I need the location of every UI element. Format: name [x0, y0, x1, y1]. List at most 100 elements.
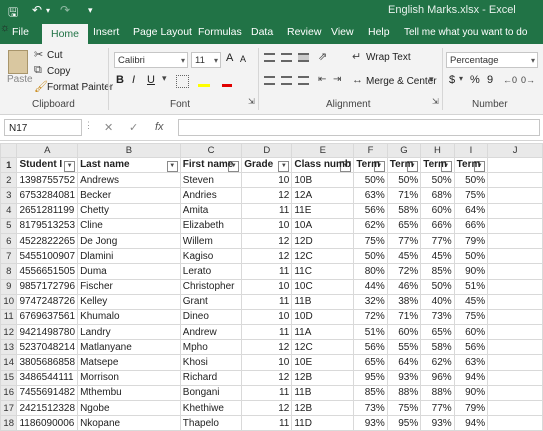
- cell[interactable]: 50%: [453, 248, 489, 265]
- wrap-text-button[interactable]: Wrap Text: [366, 52, 411, 63]
- cell[interactable]: 11: [241, 415, 293, 431]
- paste-icon[interactable]: [8, 50, 28, 74]
- cell[interactable]: 77%: [386, 232, 422, 250]
- cell[interactable]: 62%: [353, 217, 388, 234]
- cell[interactable]: 60%: [453, 324, 489, 341]
- cell[interactable]: Cline: [77, 217, 181, 234]
- tab-home[interactable]: Home: [42, 24, 89, 44]
- cell[interactable]: 1186090006: [16, 415, 79, 431]
- cell[interactable]: Landry: [77, 324, 181, 341]
- decrease-indent-icon[interactable]: ⇤: [318, 74, 326, 85]
- cell[interactable]: 50%: [386, 172, 422, 189]
- cell[interactable]: 64%: [453, 202, 489, 219]
- cell[interactable]: 12B: [291, 399, 355, 417]
- cell[interactable]: 11: [241, 293, 293, 310]
- cell[interactable]: 10C: [291, 278, 355, 295]
- cell[interactable]: Matlanyane: [77, 339, 181, 356]
- undo-icon[interactable]: ↶: [32, 3, 42, 17]
- cell[interactable]: 10: [241, 217, 293, 234]
- currency-button[interactable]: $: [449, 74, 455, 86]
- cell[interactable]: Christopher: [179, 278, 243, 295]
- select-all-corner[interactable]: [0, 143, 18, 158]
- save-icon[interactable]: 🖫: [8, 3, 18, 24]
- cell[interactable]: 60%: [386, 324, 422, 341]
- font-size-dropdown[interactable]: 11 ▾: [191, 52, 221, 68]
- cell[interactable]: 32%: [353, 293, 388, 310]
- shrink-font-button[interactable]: A: [240, 54, 246, 64]
- font-name-dropdown[interactable]: Calibri ▾: [114, 52, 188, 68]
- merge-center-icon[interactable]: ↔: [352, 74, 363, 86]
- cell[interactable]: 79%: [453, 399, 489, 417]
- cell[interactable]: [487, 217, 543, 234]
- cell[interactable]: 5455100907: [16, 248, 79, 265]
- underline-dropdown-icon[interactable]: ▾: [162, 73, 167, 84]
- row-header[interactable]: 17: [0, 399, 18, 417]
- cell[interactable]: 94%: [453, 369, 489, 386]
- cell[interactable]: 10: [241, 308, 293, 326]
- cell[interactable]: 45%: [420, 248, 455, 265]
- cell[interactable]: Fischer: [77, 278, 181, 295]
- cell[interactable]: 55%: [386, 339, 422, 356]
- row-header[interactable]: 5: [0, 217, 18, 234]
- cell[interactable]: Amita: [179, 202, 243, 219]
- cell[interactable]: 4556651505: [16, 263, 79, 280]
- cell[interactable]: 11: [241, 324, 293, 341]
- cell[interactable]: 71%: [386, 308, 422, 326]
- cell[interactable]: 65%: [420, 324, 455, 341]
- header-cell[interactable]: ▼ Last name: [77, 156, 181, 174]
- bottom-align-icon[interactable]: [298, 53, 309, 62]
- cell[interactable]: 44%: [353, 278, 388, 295]
- cell[interactable]: 79%: [453, 232, 489, 250]
- header-cell[interactable]: ▼ Term: [353, 156, 388, 174]
- tell-me-search[interactable]: Tell me what you want to do: [404, 27, 527, 38]
- cell[interactable]: 6753284081: [16, 187, 79, 204]
- increase-decimal-icon[interactable]: ←0: [503, 75, 517, 85]
- middle-align-icon[interactable]: [281, 53, 292, 62]
- cell[interactable]: 88%: [420, 384, 455, 402]
- filter-dropdown-icon[interactable]: ▼: [278, 160, 290, 172]
- redo-icon[interactable]: ↷: [60, 3, 70, 17]
- copy-button[interactable]: Copy: [47, 66, 70, 77]
- filter-dropdown-icon[interactable]: ▼: [64, 160, 76, 172]
- increase-indent-icon[interactable]: ⇥: [333, 74, 341, 85]
- header-cell[interactable]: ▼ Term: [453, 156, 489, 174]
- cell[interactable]: 71%: [386, 187, 422, 204]
- cell[interactable]: Richard: [179, 369, 243, 386]
- orientation-icon[interactable]: ⇗: [318, 50, 327, 63]
- cell[interactable]: 95%: [353, 369, 388, 386]
- formula-input[interactable]: [178, 119, 540, 136]
- cell[interactable]: Dlamini: [77, 248, 181, 265]
- name-box[interactable]: N17: [4, 119, 82, 136]
- cell[interactable]: Willem: [179, 232, 243, 250]
- align-center-icon[interactable]: [281, 76, 292, 85]
- cell[interactable]: 51%: [453, 278, 489, 295]
- currency-dropdown-icon[interactable]: ▾: [459, 74, 463, 83]
- row-header[interactable]: 15: [0, 369, 18, 386]
- cell[interactable]: 9747248726: [16, 293, 79, 310]
- cell[interactable]: 12: [241, 399, 293, 417]
- cell[interactable]: [487, 232, 543, 250]
- cell[interactable]: 6769637561: [16, 308, 79, 326]
- cell[interactable]: 68%: [420, 187, 455, 204]
- cell[interactable]: 12: [241, 232, 293, 250]
- cell[interactable]: De Jong: [77, 232, 181, 250]
- cell[interactable]: 65%: [386, 217, 422, 234]
- tab-review[interactable]: Review: [287, 26, 321, 38]
- cell[interactable]: 2651281199: [16, 202, 79, 219]
- cell[interactable]: 11D: [291, 415, 355, 431]
- tab-page-layout[interactable]: Page Layout: [133, 26, 192, 38]
- header-cell[interactable]: ▼ Term: [386, 156, 422, 174]
- cell[interactable]: Mthembu: [77, 384, 181, 402]
- cell[interactable]: 93%: [420, 415, 455, 431]
- cell[interactable]: 8179513253: [16, 217, 79, 234]
- row-header[interactable]: 6: [0, 232, 18, 250]
- customize-toolbar-icon[interactable]: ▾: [88, 5, 93, 16]
- tab-help[interactable]: Help: [368, 26, 390, 38]
- undo-dropdown-icon[interactable]: ▾: [46, 6, 50, 15]
- percent-button[interactable]: %: [470, 74, 480, 86]
- cell[interactable]: 96%: [420, 369, 455, 386]
- cell[interactable]: 4522822265: [16, 232, 79, 250]
- grow-font-button[interactable]: A: [226, 52, 233, 64]
- copy-icon[interactable]: ⧉: [34, 64, 42, 77]
- cell[interactable]: 12A: [291, 187, 355, 204]
